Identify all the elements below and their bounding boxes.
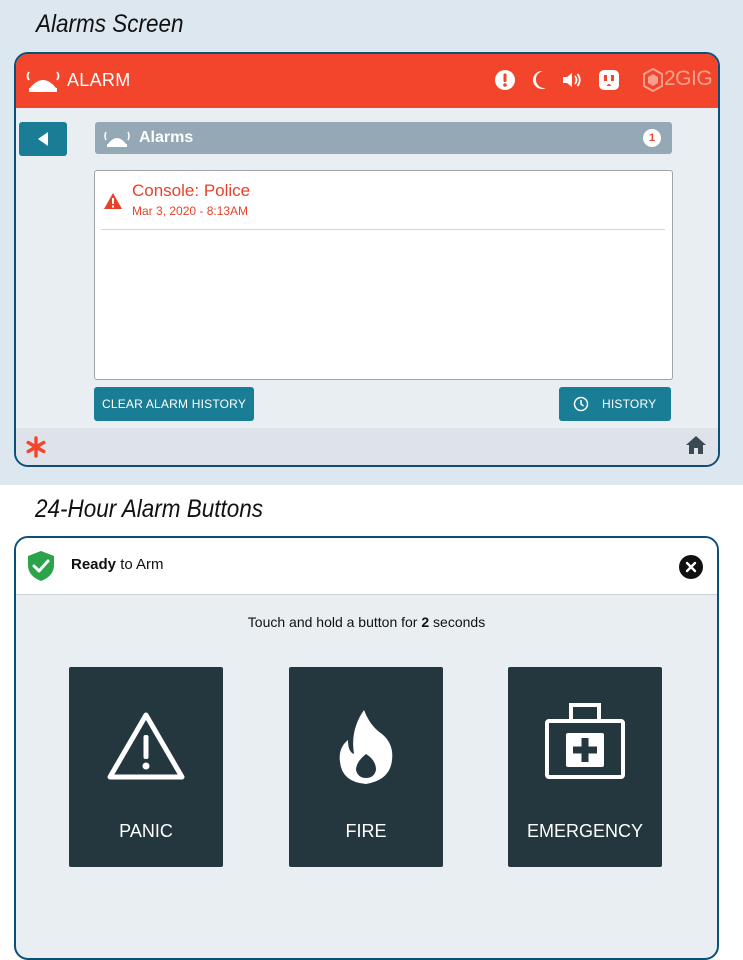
- alarm-count-badge: 1: [643, 129, 661, 147]
- alarm-header-title: ALARM: [67, 70, 131, 90]
- clear-alarm-history-button[interactable]: CLEAR ALARM HISTORY: [94, 387, 254, 421]
- section-title-24-hour-alarm-buttons: 24-Hour Alarm Buttons: [35, 495, 264, 523]
- instruction-post: seconds: [429, 614, 486, 630]
- instruction-seconds: 2: [421, 614, 430, 630]
- clock-icon: [573, 396, 589, 412]
- close-button[interactable]: [679, 555, 703, 579]
- emergency-asterisk-icon[interactable]: [25, 436, 47, 463]
- back-button[interactable]: [19, 122, 67, 156]
- fire-label: FIRE: [345, 821, 387, 841]
- brand-logo-icon: [643, 67, 663, 97]
- alarm-header-bar: ALARM 2GIG: [16, 54, 718, 108]
- fire-button[interactable]: FIRE: [289, 667, 443, 867]
- history-button-label: HISTORY: [602, 397, 657, 411]
- arm-screen-frame: Ready to Arm Touch and hold a button for…: [14, 536, 719, 960]
- alert-icon[interactable]: [494, 69, 516, 91]
- alarms-header: Alarms 1: [95, 122, 672, 154]
- alarm-list-item[interactable]: Console: Police Mar 3, 2020 - 8:13AM: [95, 171, 672, 230]
- footer-bar: [16, 428, 718, 465]
- warning-triangle-icon: [104, 193, 122, 214]
- arm-header-bar: Ready to Arm: [16, 538, 717, 595]
- shield-check-icon: [27, 550, 55, 587]
- ready-to-arm-status: Ready to Arm: [71, 556, 164, 573]
- medical-kit-icon: [543, 699, 627, 786]
- panic-label: PANIC: [119, 821, 173, 841]
- moon-icon[interactable]: [529, 69, 551, 91]
- ready-rest: to Arm: [116, 556, 164, 573]
- siren-icon: [103, 128, 131, 155]
- emergency-button[interactable]: EMERGENCY: [508, 667, 662, 867]
- home-icon[interactable]: [685, 435, 707, 460]
- list-divider: [101, 229, 665, 230]
- close-icon: [685, 561, 697, 573]
- alarm-list: Console: Police Mar 3, 2020 - 8:13AM: [94, 170, 673, 380]
- speaker-icon[interactable]: [561, 69, 583, 91]
- hold-instruction: Touch and hold a button for 2 seconds: [16, 614, 717, 630]
- alarm-screen-frame: ALARM 2GIG Alarms 1 Console: Police Mar …: [14, 52, 720, 467]
- alarms-label: Alarms: [139, 129, 194, 146]
- alarm-time: Mar 3, 2020 - 8:13AM: [132, 204, 249, 218]
- history-button[interactable]: HISTORY: [559, 387, 671, 421]
- instruction-pre: Touch and hold a button for: [247, 614, 422, 630]
- flame-icon: [334, 708, 398, 793]
- alarm-name: Console: Police: [132, 181, 251, 200]
- outlet-icon[interactable]: [598, 69, 620, 91]
- panic-button[interactable]: PANIC: [69, 667, 223, 867]
- warning-triangle-icon: [107, 711, 185, 786]
- back-arrow-icon: [38, 132, 48, 146]
- emergency-label: EMERGENCY: [526, 821, 643, 841]
- ready-word: Ready: [71, 556, 117, 573]
- siren-icon: [24, 66, 62, 101]
- brand-name: 2GIG: [664, 67, 713, 90]
- section-title-alarms-screen: Alarms Screen: [36, 10, 184, 38]
